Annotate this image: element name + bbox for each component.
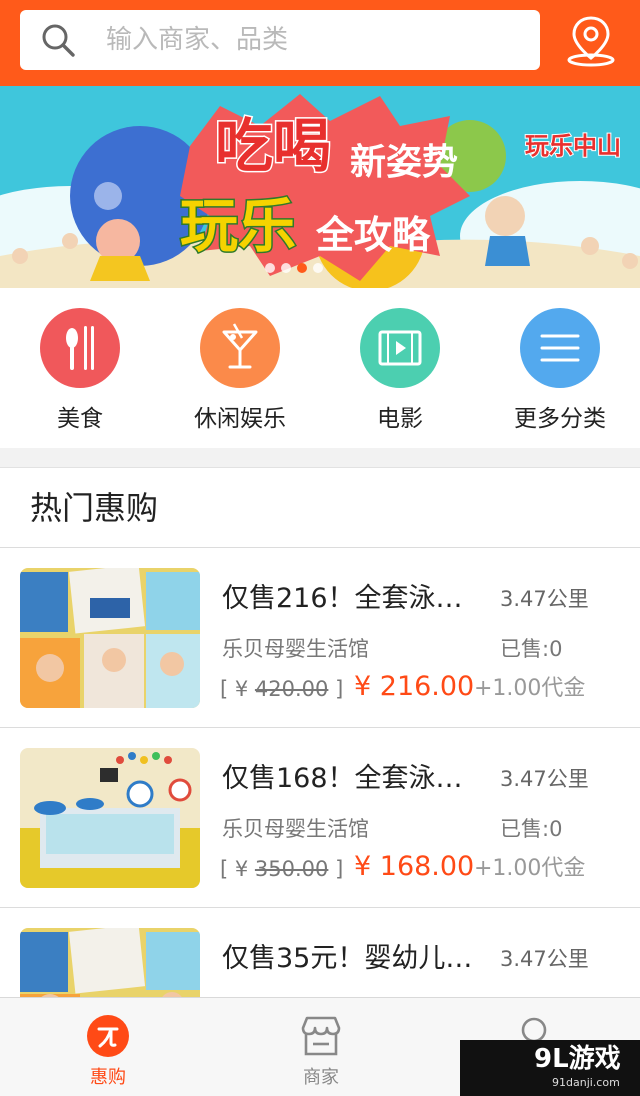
original-price-value: 350.00 xyxy=(254,857,329,881)
tab-deals[interactable]: 惠购 xyxy=(28,998,188,1096)
original-price-value: 420.00 xyxy=(254,677,329,701)
leisure-icon-bg xyxy=(200,308,280,388)
banner-illustration: 吃喝 新姿势 玩乐 全攻略 玩乐中山 xyxy=(0,86,640,288)
deal-title: 仅售35元！婴幼儿… xyxy=(222,943,473,974)
deals-tab-icon xyxy=(87,1015,129,1057)
watermark-text: 9L游戏 xyxy=(534,1044,621,1074)
banner-line2: 玩乐 xyxy=(180,192,296,260)
location-icon[interactable] xyxy=(564,14,618,68)
deal-distance: 3.47公里 xyxy=(500,587,589,611)
category-label: 更多分类 xyxy=(514,406,606,432)
deal-distance: 3.47公里 xyxy=(500,767,589,791)
deal-thumbnail xyxy=(20,928,200,997)
food-icon-bg xyxy=(40,308,120,388)
category-label: 电影 xyxy=(377,406,423,432)
movie-icon-bg xyxy=(360,308,440,388)
deal-price: ¥ 168.00 xyxy=(354,851,475,882)
deal-item[interactable]: 仅售168！全套泳… 3.47公里 乐贝母婴生活馆 已售:0 [ ¥ 350.0… xyxy=(0,728,640,908)
deal-shop: 乐贝母婴生活馆 xyxy=(222,817,369,841)
cocktail-icon xyxy=(222,323,258,369)
promo-banner[interactable]: 吃喝 新姿势 玩乐 全攻略 玩乐中山 xyxy=(0,86,640,288)
section-gap xyxy=(0,448,640,468)
deal-title: 仅售168！全套泳… xyxy=(222,763,463,794)
deal-sold: 已售:0 xyxy=(500,817,563,841)
search-icon xyxy=(42,24,75,57)
tab-label: 惠购 xyxy=(90,1067,126,1088)
top-bar: 输入商家、品类 xyxy=(0,0,640,86)
banner-line2b: 全攻略 xyxy=(315,213,431,257)
deal-distance: 3.47公里 xyxy=(500,947,589,971)
deal-price: ¥ 216.00 xyxy=(354,671,475,702)
deal-coupon: +1.00代金 xyxy=(474,856,586,881)
deal-original-price: [ ¥ 350.00 ] xyxy=(220,857,344,881)
category-label: 休闲娱乐 xyxy=(194,406,286,432)
watermark-logo: 9L游戏 91danji.com xyxy=(460,1040,640,1096)
deal-shop: 乐贝母婴生活馆 xyxy=(222,637,369,661)
category-grid: 美食 休闲娱乐 电影 更多分类 xyxy=(0,288,640,448)
banner-line1b: 新姿势 xyxy=(350,142,458,183)
search-placeholder: 输入商家、品类 xyxy=(106,25,289,55)
deal-sold: 已售:0 xyxy=(500,637,563,661)
store-icon xyxy=(301,1016,341,1056)
deal-item[interactable]: 仅售216！全套泳… 3.47公里 乐贝母婴生活馆 已售:0 [ ¥ 420.0… xyxy=(0,548,640,728)
tab-label: 商家 xyxy=(303,1067,339,1088)
deal-thumbnail xyxy=(20,748,200,888)
category-leisure[interactable]: 休闲娱乐 xyxy=(160,308,320,438)
search-input[interactable]: 输入商家、品类 xyxy=(20,10,540,70)
category-label: 美食 xyxy=(57,406,103,432)
category-food[interactable]: 美食 xyxy=(0,308,160,438)
deal-title: 仅售216！全套泳… xyxy=(222,583,463,614)
film-icon xyxy=(378,330,422,366)
category-movie[interactable]: 电影 xyxy=(320,308,480,438)
banner-brand: 玩乐中山 xyxy=(525,132,621,160)
banner-line1: 吃喝 xyxy=(215,112,331,180)
fork-knife-icon xyxy=(66,326,94,370)
watermark-url: 91danji.com xyxy=(552,1076,620,1089)
deal-thumbnail xyxy=(20,568,200,708)
deal-original-price: [ ¥ 420.00 ] xyxy=(220,677,344,701)
section-title: 热门惠购 xyxy=(30,489,159,527)
menu-icon xyxy=(540,334,580,362)
category-more[interactable]: 更多分类 xyxy=(480,308,640,438)
tab-merchants[interactable]: 商家 xyxy=(241,998,401,1096)
deal-coupon: +1.00代金 xyxy=(474,676,586,701)
deal-item[interactable]: 仅售35元！婴幼儿… 3.47公里 xyxy=(0,908,640,997)
more-icon-bg xyxy=(520,308,600,388)
